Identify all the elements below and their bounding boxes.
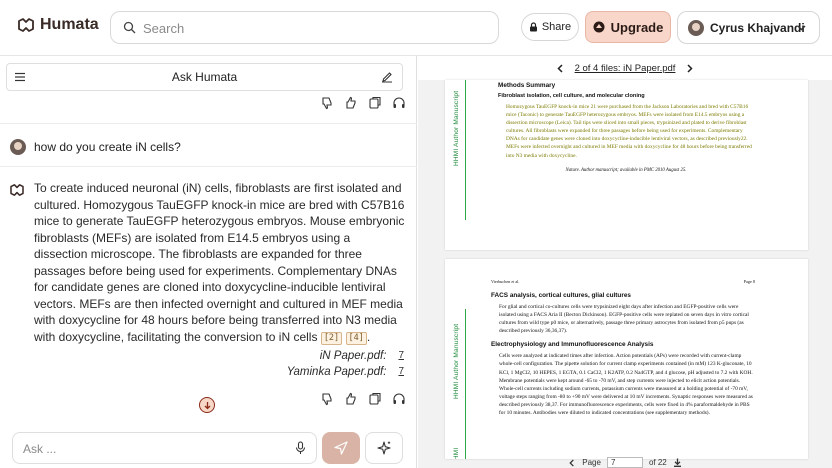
chat-composer bbox=[12, 432, 317, 464]
humata-app: Humata Share Upgrade Cyrus K bbox=[0, 0, 832, 468]
pdf-page: HHMI Author Manuscript HHMI Vierbuchen e… bbox=[445, 259, 808, 459]
user-menu[interactable]: Cyrus Khajvandi bbox=[677, 11, 820, 44]
copy-icon[interactable] bbox=[368, 392, 382, 406]
pdf-highlighted-paragraph: Homozygous TauEGFP knock-in mice 21 were… bbox=[506, 104, 752, 159]
page-side-label: HHMI Author Manuscript bbox=[453, 323, 460, 399]
headphones-icon[interactable] bbox=[392, 96, 406, 110]
user-avatar bbox=[688, 19, 704, 36]
prev-message-actions bbox=[320, 96, 406, 110]
thumbs-down-icon[interactable] bbox=[320, 96, 334, 110]
scroll-down-button[interactable] bbox=[199, 397, 215, 413]
lock-icon bbox=[529, 22, 537, 32]
source-item[interactable]: iN Paper.pdf: 7 bbox=[287, 348, 404, 364]
page-number-input[interactable]: 7 bbox=[606, 457, 643, 468]
copy-icon[interactable] bbox=[368, 96, 382, 110]
document-viewer: 2 of 4 files: iN Paper.pdf HHMI Author M… bbox=[418, 56, 832, 468]
chevron-down-icon bbox=[797, 25, 806, 31]
sources-list: iN Paper.pdf: 7 Yaminka Paper.pdf: 7 bbox=[287, 348, 404, 380]
file-name: : iN Paper.pdf bbox=[617, 62, 676, 74]
running-head-right: Page 8 bbox=[743, 279, 755, 284]
chevron-left-icon[interactable] bbox=[568, 458, 576, 467]
pdf-heading: Electrophysiology and Immunofluorescence… bbox=[491, 341, 654, 349]
search-input[interactable] bbox=[143, 18, 483, 38]
chat-header: Ask Humata bbox=[6, 63, 403, 91]
chat-panel: Ask Humata how do you create iN cells? T… bbox=[0, 56, 417, 468]
divider bbox=[0, 123, 417, 124]
file-count: 2 of 4 files bbox=[574, 62, 618, 74]
magic-prompt-button[interactable] bbox=[365, 432, 403, 464]
search-icon bbox=[123, 21, 136, 34]
chat-title: Ask Humata bbox=[171, 70, 238, 84]
source-label: Yaminka Paper.pdf: bbox=[286, 366, 387, 378]
pdf-paragraph: For glial and cortical co-cultures cells… bbox=[499, 304, 749, 335]
page-label: Page bbox=[582, 458, 601, 467]
share-button[interactable]: Share bbox=[521, 13, 579, 41]
pdf-subheading: Fibroblast isolation, cell culture, and … bbox=[498, 93, 645, 99]
arrow-down-icon bbox=[204, 401, 210, 409]
answer-end: . bbox=[366, 329, 371, 344]
source-page-link[interactable]: 7 bbox=[398, 364, 404, 380]
humata-logo-icon bbox=[18, 18, 34, 32]
citation-badge[interactable]: [4] bbox=[345, 331, 367, 345]
pdf-content: Vierbuchen et al. Page 8 FACS analysis, … bbox=[491, 279, 755, 417]
page-control: Page 7 of 22 bbox=[418, 457, 832, 468]
divider bbox=[0, 166, 417, 167]
edit-icon[interactable] bbox=[381, 71, 393, 83]
pdf-content: Methods Summary Fibroblast isolation, ce… bbox=[498, 82, 754, 173]
search-bar[interactable] bbox=[110, 11, 499, 44]
pdf-heading: FACS analysis, cortical cultures, glial … bbox=[491, 292, 631, 299]
upgrade-button[interactable]: Upgrade bbox=[585, 11, 671, 43]
send-icon bbox=[334, 441, 348, 455]
pdf-page: HHMI Author Manuscript Methods Summary F… bbox=[445, 80, 808, 250]
source-label: iN Paper.pdf: bbox=[319, 350, 387, 362]
margin-line bbox=[465, 309, 466, 459]
download-icon[interactable] bbox=[673, 458, 682, 467]
pdf-heading: Methods Summary bbox=[498, 82, 556, 89]
margin-line bbox=[465, 80, 466, 220]
user-name: Cyrus Khajvandi bbox=[710, 20, 805, 35]
answer-actions bbox=[320, 392, 406, 406]
headphones-icon[interactable] bbox=[392, 392, 406, 406]
microphone-icon[interactable] bbox=[295, 441, 306, 455]
top-bar: Humata Share Upgrade Cyrus K bbox=[0, 0, 832, 56]
citation-badge[interactable]: [2] bbox=[320, 331, 343, 345]
upgrade-icon bbox=[593, 21, 605, 33]
humata-bot-icon bbox=[10, 184, 24, 196]
pdf-running-head: Vierbuchen et al. Page 8 bbox=[491, 279, 755, 284]
running-head-left: Vierbuchen et al. bbox=[491, 279, 520, 284]
send-button[interactable] bbox=[322, 432, 360, 464]
file-navigator: 2 of 4 files: iN Paper.pdf bbox=[418, 56, 832, 80]
chevron-left-icon[interactable] bbox=[556, 63, 565, 73]
thumbs-up-icon[interactable] bbox=[344, 392, 358, 406]
user-message-avatar bbox=[10, 139, 26, 155]
sparkle-icon bbox=[377, 441, 391, 455]
bot-answer: To create induced neuronal (iN) cells, f… bbox=[34, 180, 406, 345]
page-side-label: HHMI Author Manuscript bbox=[453, 90, 460, 166]
answer-text: To create induced neuronal (iN) cells, f… bbox=[34, 181, 405, 344]
upgrade-label: Upgrade bbox=[610, 19, 664, 35]
app-name: Humata bbox=[40, 16, 99, 33]
humata-logo[interactable]: Humata bbox=[18, 16, 99, 34]
pdf-footer: Nature. Author manuscript; available in … bbox=[565, 167, 687, 173]
thumbs-up-icon[interactable] bbox=[344, 96, 358, 110]
source-item[interactable]: Yaminka Paper.pdf: 7 bbox=[287, 364, 404, 380]
page-total: of 22 bbox=[648, 458, 667, 467]
share-label: Share bbox=[541, 21, 572, 33]
user-message: how do you create iN cells? bbox=[10, 139, 181, 155]
pdf-paragraph: Cells were analyzed at indicated times a… bbox=[499, 353, 753, 417]
file-nav-text[interactable]: 2 of 4 files: iN Paper.pdf bbox=[575, 63, 676, 74]
chevron-right-icon[interactable] bbox=[685, 63, 694, 73]
user-question: how do you create iN cells? bbox=[34, 140, 181, 154]
thumbs-down-icon[interactable] bbox=[320, 392, 334, 406]
ask-input[interactable] bbox=[23, 440, 283, 458]
source-page-link[interactable]: 7 bbox=[398, 348, 404, 364]
